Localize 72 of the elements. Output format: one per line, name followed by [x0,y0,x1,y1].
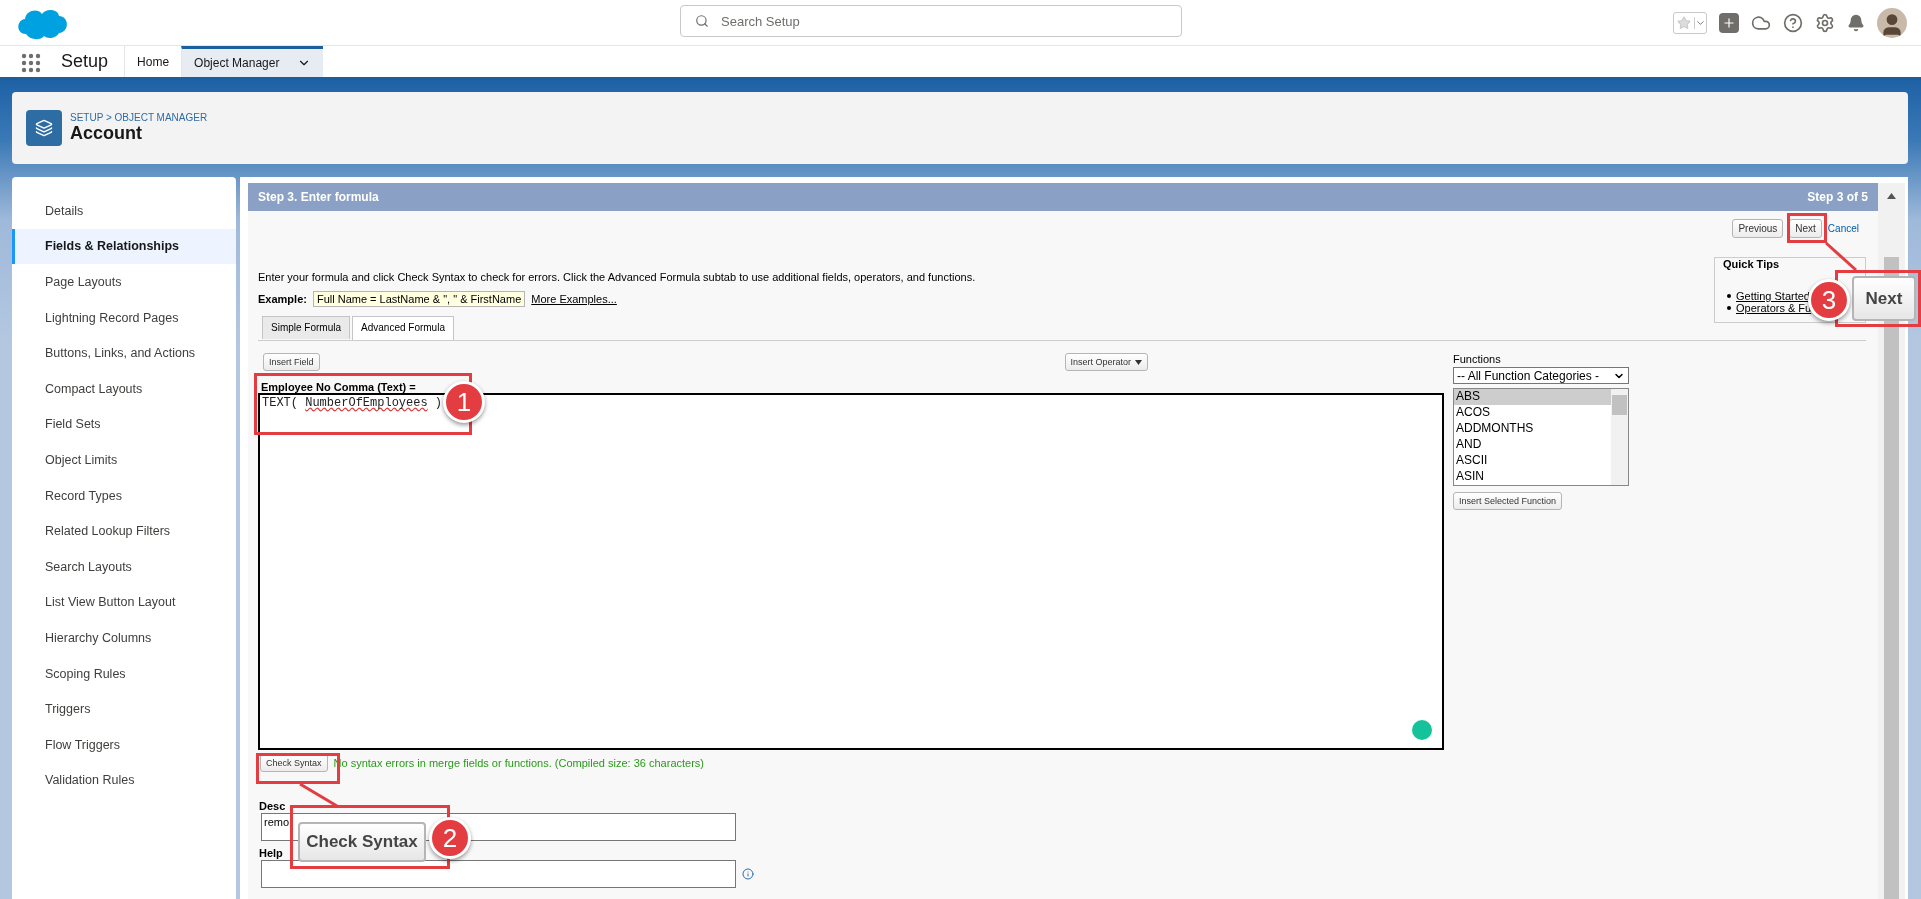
function-option[interactable]: ABS [1454,389,1611,405]
sidebar-item[interactable]: Field Sets [12,406,236,443]
add-button[interactable] [1719,12,1739,33]
sidebar-item[interactable]: Lightning Record Pages [12,299,236,336]
insert-field-button[interactable]: Insert Field [263,353,320,371]
tip-link[interactable]: Getting Started [1736,290,1810,302]
sidebar-item[interactable]: List View Button Layout [12,584,236,621]
help-field[interactable] [261,860,736,888]
step-counter: Step 3 of 5 [1807,190,1868,204]
formula-tab[interactable]: Simple Formula [262,316,351,339]
layers-icon [26,110,62,146]
bell-icon[interactable] [1847,13,1865,32]
caret-icon [1694,16,1706,29]
help-icon[interactable] [1783,12,1803,33]
leader-line [300,784,337,806]
sidebar-item[interactable]: Details [12,193,236,229]
functions-label: Functions [1453,353,1502,365]
sidebar-item[interactable]: Object Limits [12,442,236,478]
function-option[interactable]: ADDMONTHS [1454,421,1611,437]
page-title: Account [70,123,143,144]
sidebar-item[interactable]: Fields & Relationships [12,228,236,265]
sidebar-item[interactable]: Page Layouts [12,264,236,300]
breadcrumb: SETUP > OBJECT MANAGER [70,112,208,123]
instructions: Enter your formula and click Check Syntax to check for errors. Click the Advanced Formula subtab to use additional fields, operators, and functions. [258,271,977,283]
search-icon [695,14,709,28]
highlight-box [1787,213,1827,243]
nav-tab[interactable]: Object Manager [181,46,324,77]
app-launcher-icon[interactable] [21,53,41,73]
example-formula: Full Name = LastName & ", " & FirstName [312,291,526,307]
bullet-icon [1727,294,1731,298]
star-icon [1677,15,1691,30]
sidebar-item[interactable]: Scoping Rules [12,655,236,692]
function-option[interactable]: ASIN [1454,469,1611,485]
previous-button[interactable]: Previous [1732,218,1784,238]
more-examples-link[interactable]: More Examples... [531,293,617,305]
avatar[interactable] [1877,7,1907,38]
settings-icon[interactable] [1815,12,1835,33]
search-field[interactable]: Search Setup [680,5,1182,37]
description-label: Desc [259,800,286,812]
field-label: Employee No Comma (Text) = [261,381,416,393]
plus-icon [1722,15,1736,30]
grammar-icon [1412,720,1432,740]
sidebar-item[interactable]: Search Layouts [12,548,236,585]
insert-operator-button[interactable]: Insert Operator [1064,353,1149,371]
category-select[interactable]: -- All Function Categories - [1453,367,1629,384]
leader-line [1826,243,1856,270]
scroll-up-icon[interactable] [1887,193,1896,199]
tip-link[interactable]: Operators & Fu [1736,302,1812,314]
insert-function-button[interactable]: Insert Selected Function [1453,492,1563,510]
caret-icon [1135,359,1143,365]
sidebar-item[interactable]: Flow Triggers [12,726,236,763]
app-name: Setup [61,51,109,72]
sidebar-item[interactable]: Related Lookup Filters [12,513,236,549]
sidebar-item[interactable]: Compact Layouts [12,370,236,407]
function-option[interactable]: ACOS [1454,405,1611,421]
function-option[interactable]: AND [1454,437,1611,453]
sidebar-item[interactable]: Hierarchy Columns [12,620,236,656]
formula-text: TEXT( NumberOfEmployees ) [262,396,443,410]
function-option[interactable]: ASCII [1454,453,1611,469]
next-button[interactable]: Next [1789,218,1822,238]
cancel-link[interactable]: Cancel [1827,222,1859,234]
sidebar-item[interactable]: Buttons, Links, and Actions [12,335,236,371]
sidebar-item[interactable]: Validation Rules [12,762,236,799]
step-title: Step 3. Enter formula [258,190,379,204]
info-icon [742,868,754,880]
sidebar-item[interactable]: Triggers [12,691,236,727]
sidebar-item[interactable]: Record Types [12,477,236,514]
help-label: Help [259,847,283,859]
example-label: Example: [258,293,307,305]
function-list[interactable]: ABS ACOS ADDMONTHS AND ASCII ASIN [1453,388,1629,486]
formula-tab[interactable]: Advanced Formula [352,316,454,340]
bullet-icon [1727,306,1731,310]
